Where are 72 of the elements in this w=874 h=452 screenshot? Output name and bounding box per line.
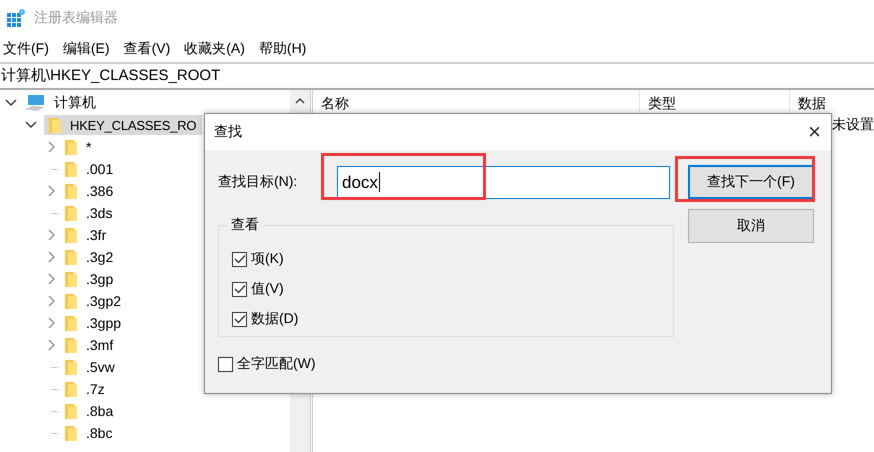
tree-item[interactable]: .3mf [84, 336, 116, 354]
folder-icon [64, 292, 78, 310]
tree-item[interactable]: .3gpp [84, 314, 124, 332]
checkbox[interactable] [232, 252, 247, 266]
window-title: 注册表编辑器 [34, 9, 118, 27]
tree-item[interactable]: .001 [84, 160, 116, 178]
tree-item[interactable]: .5vw [84, 358, 117, 376]
checkbox-label[interactable]: 项(K) [251, 250, 284, 268]
chevron-right-icon[interactable] [48, 185, 54, 197]
folder-icon [64, 160, 78, 178]
folder-icon [64, 182, 78, 200]
registry-icon [6, 8, 26, 28]
table-cell-text: 未设置 [832, 116, 874, 134]
computer-icon [24, 94, 46, 112]
tree-connector [51, 388, 58, 390]
menu-item[interactable]: 查看(V) [124, 40, 170, 58]
address-bar[interactable]: 计算机\HKEY_CLASSES_ROOT [0, 64, 874, 90]
checkbox-label[interactable]: 全字匹配(W) [237, 355, 316, 373]
tree-connector [51, 168, 58, 170]
folder-icon [64, 248, 78, 266]
folder-icon [48, 116, 62, 134]
menu-item[interactable]: 文件(F) [3, 40, 49, 58]
folder-icon [64, 314, 78, 332]
checkbox[interactable] [232, 282, 247, 296]
tree-item[interactable]: .7z [84, 380, 107, 398]
checkbox-label[interactable]: 值(V) [251, 280, 284, 298]
group-title: 查看 [227, 216, 263, 234]
tree-connector [51, 432, 58, 434]
folder-icon [64, 226, 78, 244]
tree-connector [51, 410, 58, 412]
tree-item[interactable]: .3gp [84, 270, 116, 288]
checkbox[interactable] [232, 312, 247, 326]
find-label: 查找目标(N): [218, 173, 298, 191]
folder-icon [64, 138, 78, 156]
tree-item[interactable]: .3g2 [84, 248, 116, 266]
menu-item[interactable]: 帮助(H) [258, 40, 306, 58]
tree-item[interactable]: .8bc [84, 424, 114, 442]
checkbox-label[interactable]: 数据(D) [251, 310, 298, 328]
menu-item[interactable]: 收藏夹(A) [184, 40, 245, 58]
folder-icon [64, 204, 78, 222]
chevron-right-icon[interactable] [48, 317, 54, 329]
chevron-right-icon[interactable] [48, 339, 54, 351]
folder-icon [64, 424, 78, 442]
folder-icon [64, 358, 78, 376]
chevron-right-icon[interactable] [48, 295, 54, 307]
tree-item[interactable]: .3ds [84, 204, 114, 222]
folder-icon [64, 270, 78, 288]
tree-item[interactable]: .386 [84, 182, 116, 200]
menu-item[interactable]: 编辑(E) [62, 40, 110, 58]
tree-item[interactable]: .3fr [84, 226, 108, 244]
cancel-button[interactable]: 取消 [688, 209, 814, 243]
dialog-title: 查找 [214, 123, 242, 141]
chevron-right-icon[interactable] [48, 229, 54, 241]
folder-icon [64, 380, 78, 398]
find-next-button[interactable]: 查找下一个(F) [688, 165, 814, 199]
input-field[interactable]: docx [337, 166, 670, 198]
tree-item[interactable]: HKEY_CLASSES_RO [44, 115, 202, 135]
chevron-right-icon[interactable] [48, 251, 54, 263]
tree-item[interactable]: * [84, 138, 94, 156]
folder-icon [64, 336, 78, 354]
checkbox[interactable] [218, 356, 233, 372]
folder-icon [64, 402, 78, 420]
tree-connector [51, 366, 58, 368]
tree-item[interactable]: 计算机 [52, 93, 98, 113]
column-header[interactable]: 数据 [790, 90, 874, 116]
scroll-up-icon[interactable] [294, 96, 306, 106]
chevron-right-icon[interactable] [48, 141, 54, 153]
tree-item[interactable]: .3gp2 [84, 292, 124, 310]
close-button[interactable]: × [808, 119, 821, 145]
tree-item[interactable]: .8ba [84, 402, 116, 420]
chevron-right-icon[interactable] [48, 273, 54, 285]
tree-connector [51, 212, 58, 214]
